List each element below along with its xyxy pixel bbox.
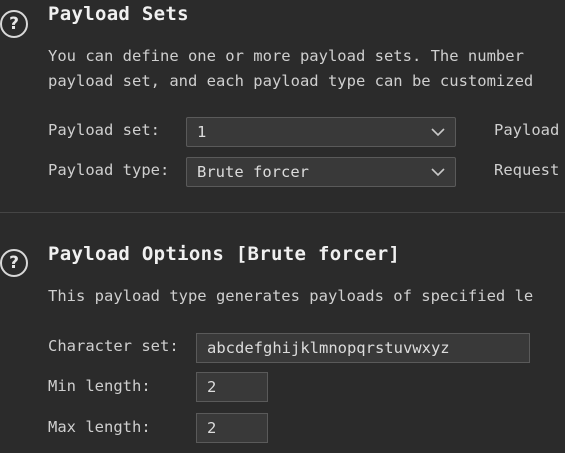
min-length-input[interactable]: 2	[196, 372, 268, 402]
payload-sets-description-line2: payload set, and each payload type can b…	[48, 72, 534, 90]
payloads-panel: ? Payload Sets You can define one or mor…	[0, 0, 565, 453]
payload-options-title: Payload Options [Brute forcer]	[48, 243, 401, 265]
payload-set-value: 1	[197, 123, 207, 141]
request-count-label: Request	[494, 161, 560, 179]
chevron-down-icon	[431, 168, 445, 177]
payload-type-value: Brute forcer	[197, 163, 309, 181]
payload-set-label: Payload set:	[48, 121, 160, 139]
payload-set-select[interactable]: 1	[186, 117, 456, 147]
payload-sets-description-line1: You can define one or more payload sets.…	[48, 47, 524, 65]
character-set-label: Character set:	[48, 337, 179, 355]
payload-options-description: This payload type generates payloads of …	[48, 287, 534, 305]
max-length-input[interactable]: 2	[196, 413, 268, 443]
payload-count-label: Payload	[494, 121, 560, 139]
max-length-label: Max length:	[48, 418, 151, 436]
help-icon[interactable]: ?	[0, 249, 28, 277]
payload-type-label: Payload type:	[48, 161, 170, 179]
section-divider	[0, 212, 565, 213]
payload-type-select[interactable]: Brute forcer	[186, 157, 456, 187]
payload-sets-title: Payload Sets	[48, 3, 189, 25]
min-length-label: Min length:	[48, 377, 151, 395]
help-icon[interactable]: ?	[0, 10, 28, 38]
character-set-input[interactable]: abcdefghijklmnopqrstuvwxyz	[196, 333, 530, 363]
chevron-down-icon	[431, 128, 445, 137]
